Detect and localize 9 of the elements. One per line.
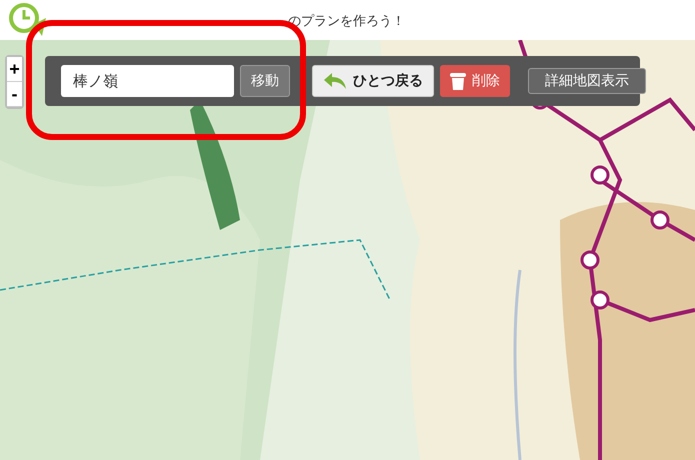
undo-button[interactable]: ひとつ戻る	[312, 65, 434, 97]
clock-icon	[8, 2, 48, 38]
detail-map-button[interactable]: 詳細地図表示	[528, 68, 646, 94]
move-button[interactable]: 移動	[240, 65, 290, 97]
trash-icon	[450, 71, 466, 91]
search-field[interactable]: 棒ノ嶺	[61, 65, 234, 97]
zoom-in-button[interactable]: +	[7, 57, 22, 82]
back-arrow-icon	[323, 72, 347, 90]
delete-button[interactable]: 削除	[440, 65, 510, 97]
